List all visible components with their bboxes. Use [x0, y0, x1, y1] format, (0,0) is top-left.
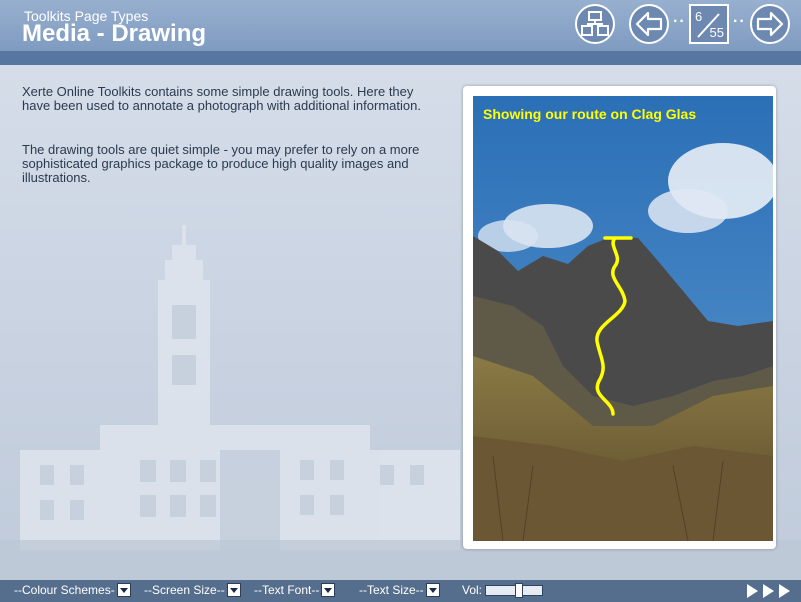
- current-page: 6: [695, 9, 703, 24]
- text-font-label: --Text Font--: [254, 583, 320, 597]
- play-icon[interactable]: [779, 584, 790, 598]
- page-title: Media - Drawing: [22, 20, 207, 47]
- chevron-down-icon[interactable]: [425, 583, 440, 597]
- play-icon[interactable]: [763, 584, 774, 598]
- page-counter: 6 55: [689, 4, 729, 44]
- site-map-icon: [581, 11, 609, 36]
- arrow-right-icon: [756, 11, 784, 37]
- colour-schemes-select[interactable]: --Colour Schemes-: [14, 583, 131, 597]
- screen-size-select[interactable]: --Screen Size--: [144, 583, 241, 597]
- play-icon[interactable]: [747, 584, 758, 598]
- text-size-select[interactable]: --Text Size--: [359, 583, 440, 597]
- intro-paragraph: Xerte Online Toolkits contains some simp…: [22, 84, 421, 113]
- next-button[interactable]: [750, 4, 790, 44]
- image-panel: Showing our route on Clag Glas: [463, 86, 776, 549]
- note-paragraph: The drawing tools are quiet simple - you…: [22, 142, 420, 185]
- chevron-down-icon[interactable]: [321, 583, 336, 597]
- volume-slider-track[interactable]: [485, 585, 543, 596]
- annotated-photo: Showing our route on Clag Glas: [473, 96, 773, 541]
- back-button[interactable]: [629, 4, 669, 44]
- text-font-select[interactable]: --Text Font--: [254, 583, 336, 597]
- chevron-down-icon[interactable]: [226, 583, 241, 597]
- arrow-left-icon: [635, 11, 663, 37]
- nav-dots-right: ··: [733, 13, 746, 30]
- menu-button[interactable]: [575, 4, 615, 44]
- chevron-down-icon[interactable]: [116, 583, 131, 597]
- header-bar: Toolkits Page Types Media - Drawing ·· 6…: [0, 0, 801, 51]
- screen-size-label: --Screen Size--: [144, 583, 225, 597]
- volume-label: Vol:: [462, 583, 483, 597]
- volume-slider-handle[interactable]: [515, 583, 523, 598]
- image-caption: Showing our route on Clag Glas: [483, 106, 696, 122]
- footer-bar: --Colour Schemes- --Screen Size-- --Text…: [0, 580, 801, 602]
- header-band: [0, 51, 801, 65]
- nav-dots-left: ··: [673, 13, 686, 30]
- colour-schemes-label: --Colour Schemes-: [14, 583, 115, 597]
- text-size-label: --Text Size--: [359, 583, 424, 597]
- total-pages: 55: [709, 25, 724, 40]
